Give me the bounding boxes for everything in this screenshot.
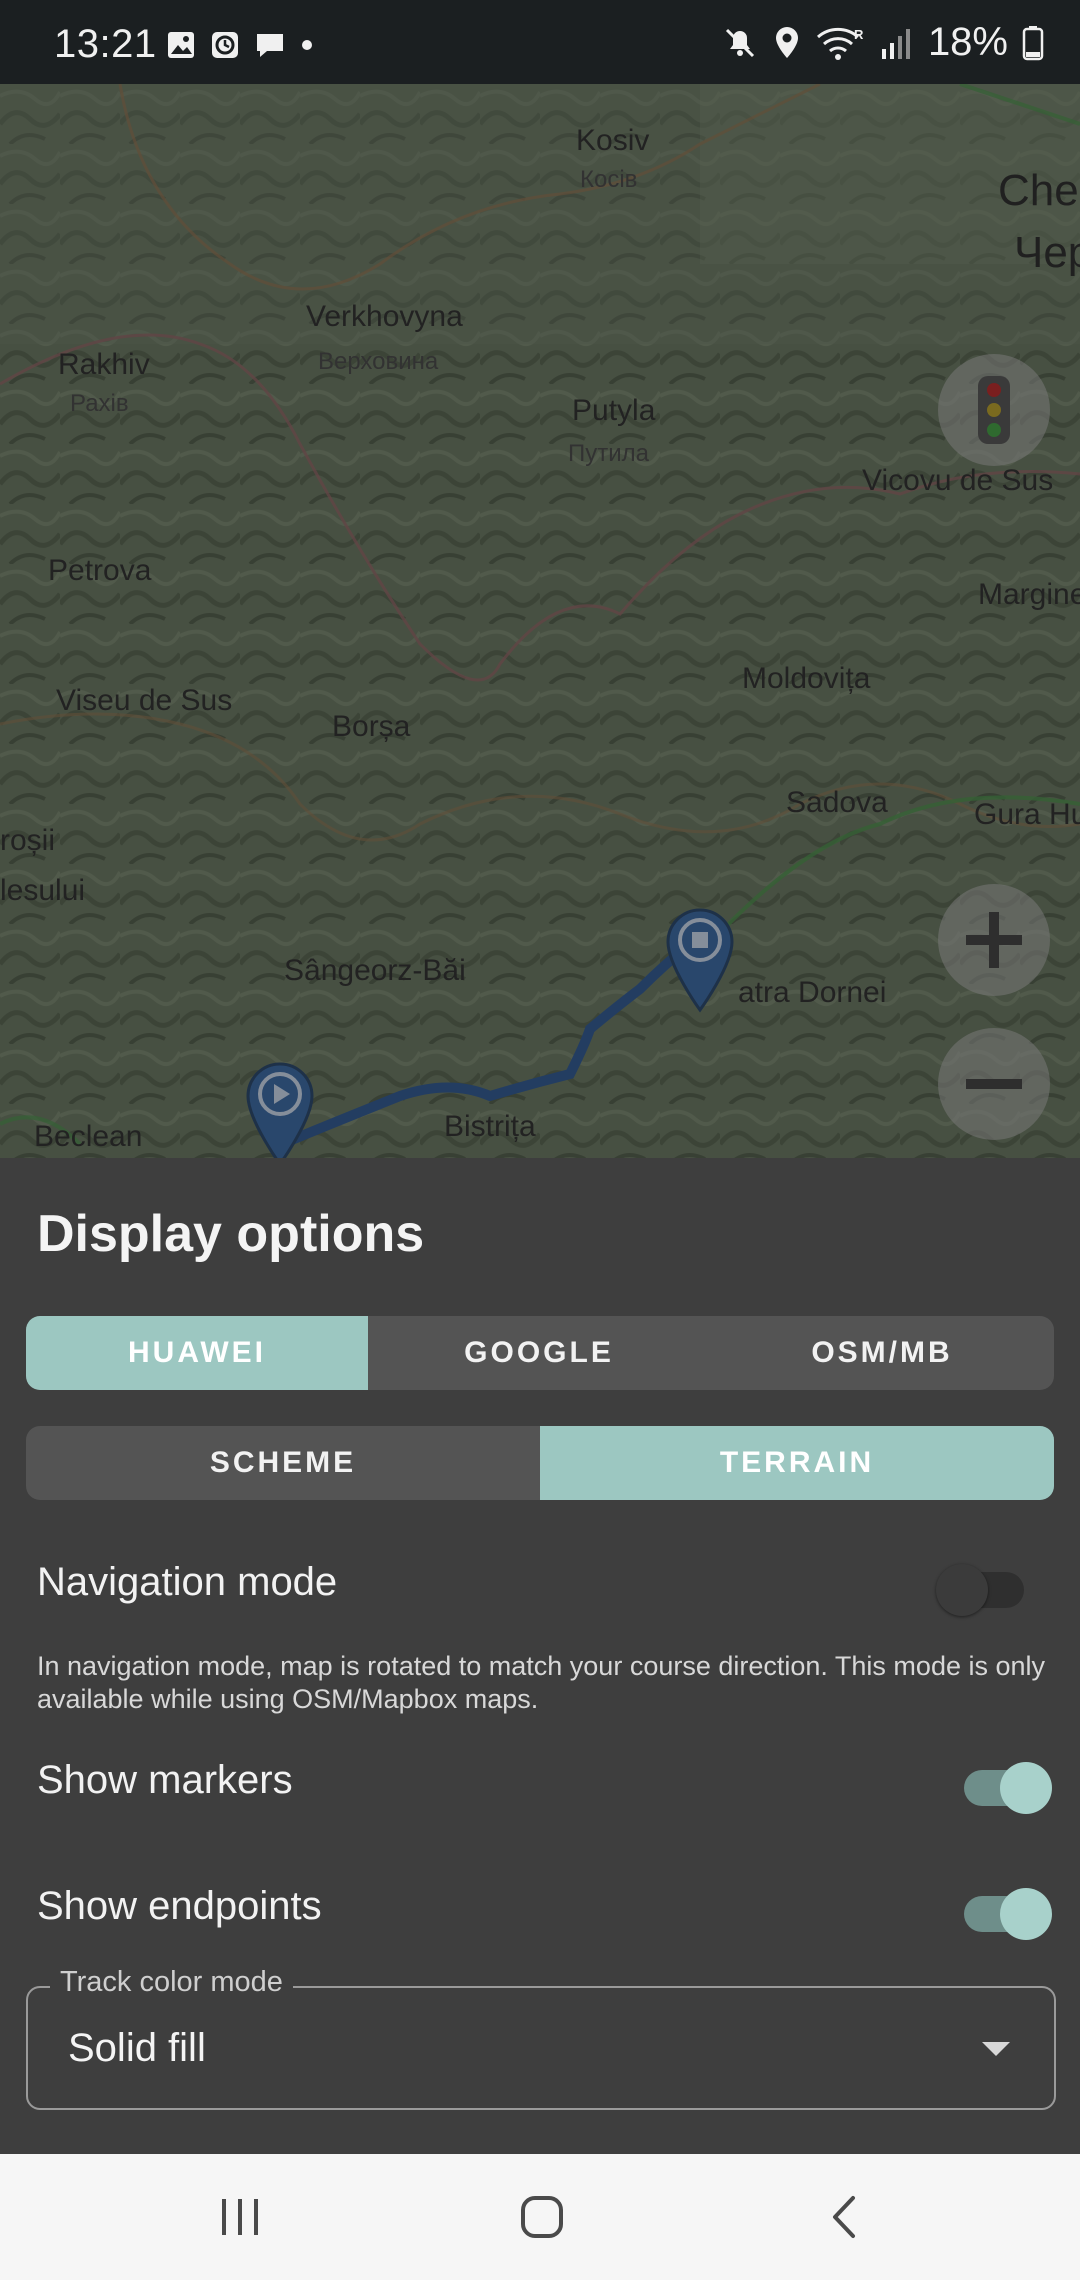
dot-icon xyxy=(302,40,312,50)
location-icon xyxy=(775,26,798,58)
map-label-viseu: Viseu de Sus xyxy=(56,684,233,717)
map-label-gura-hu: Gura Hu xyxy=(974,798,1080,831)
tab-huawei[interactable]: HUAWEI xyxy=(26,1316,368,1390)
map-label-rosii: roșii xyxy=(0,824,56,857)
tab-osm-mb[interactable]: OSM/MB xyxy=(710,1316,1054,1390)
map-label-che-cyr: Чер xyxy=(1014,228,1080,277)
map-label-putyla: Putyla xyxy=(572,394,656,427)
show-endpoints-toggle[interactable] xyxy=(960,1886,1052,1940)
track-color-mode-dropdown[interactable]: Track color mode Solid fill xyxy=(26,1966,1056,2110)
map-label-margine: Margine xyxy=(978,578,1080,611)
map-label-sadova: Sadova xyxy=(786,786,888,819)
plus-icon xyxy=(966,912,1022,968)
home-icon xyxy=(521,2196,563,2238)
track-color-mode-value: Solid fill xyxy=(68,2026,206,2070)
toggle-thumb xyxy=(936,1564,988,1616)
battery-percentage: 18% xyxy=(927,20,1008,64)
system-status-icons: R 18% xyxy=(722,20,1044,65)
map-label-vatra-dornei: atra Dornei xyxy=(738,976,887,1009)
map-label-petrova: Petrova xyxy=(48,554,152,587)
navigation-mode-label: Navigation mode xyxy=(37,1560,338,1604)
status-bar: 13:21 R 18% xyxy=(0,0,1080,84)
tab-terrain[interactable]: TERRAIN xyxy=(540,1426,1054,1500)
map-label-verkhovyna: Verkhovyna xyxy=(306,300,463,333)
display-options-sheet: Display options HUAWEI GOOGLE OSM/MB SCH… xyxy=(0,1158,1080,2154)
wifi-icon: R xyxy=(816,27,864,60)
end-marker[interactable] xyxy=(664,906,736,1016)
notification-icons xyxy=(166,30,314,60)
map-label-verkhovyna-cyr: Верховина xyxy=(318,348,439,375)
battery-icon xyxy=(1022,25,1044,60)
terrain-map xyxy=(0,84,1080,1158)
map-label-kosiv: Kosiv xyxy=(576,124,650,157)
show-markers-label: Show markers xyxy=(37,1758,293,1802)
tab-scheme[interactable]: SCHEME xyxy=(26,1426,540,1500)
svg-text:R: R xyxy=(854,27,864,42)
map-label-rakhiv-cyr: Рахів xyxy=(70,390,129,417)
clock-icon xyxy=(212,32,238,58)
minus-icon xyxy=(966,1079,1022,1089)
start-marker[interactable] xyxy=(244,1060,316,1158)
back-icon xyxy=(833,2196,855,2238)
home-button[interactable] xyxy=(502,2184,582,2250)
navigation-mode-toggle[interactable] xyxy=(936,1562,1028,1616)
stop-icon xyxy=(692,932,708,948)
zoom-out-button[interactable] xyxy=(938,1028,1050,1140)
map-label-vicovu: Vicovu de Sus xyxy=(862,464,1054,497)
map-provider-selector: HUAWEI GOOGLE OSM/MB xyxy=(26,1316,1054,1390)
system-nav-bar xyxy=(0,2154,1080,2280)
toggle-thumb xyxy=(1000,1762,1052,1814)
map-label-putyla-cyr: Путила xyxy=(568,440,649,467)
map-label-beclean: Beclean xyxy=(34,1120,143,1153)
traffic-button[interactable] xyxy=(938,354,1050,466)
map-label-kosiv-cyr: Косів xyxy=(580,166,638,193)
toggle-thumb xyxy=(1000,1888,1052,1940)
map-label-sangeorz: Sângeorz-Băi xyxy=(284,954,466,987)
map-label-lesului: lesului xyxy=(0,874,86,907)
map-label-bistrita: Bistrița xyxy=(444,1110,536,1143)
map-label-borsa: Borșa xyxy=(332,710,411,743)
map-type-selector: SCHEME TERRAIN xyxy=(26,1426,1054,1500)
map-view[interactable]: Kosiv Косів Che Чер Verkhovyna Верховина… xyxy=(0,84,1080,1158)
show-markers-toggle[interactable] xyxy=(960,1760,1052,1814)
tab-google[interactable]: GOOGLE xyxy=(368,1316,710,1390)
navigation-mode-description: In navigation mode, map is rotated to ma… xyxy=(37,1651,1046,1714)
traffic-light-icon xyxy=(978,376,1010,444)
signal-icon xyxy=(881,28,910,59)
sheet-title: Display options xyxy=(37,1205,425,1263)
recents-button[interactable] xyxy=(200,2184,280,2250)
track-color-mode-legend: Track color mode xyxy=(50,1966,293,1999)
back-button[interactable] xyxy=(804,2184,884,2250)
map-label-rakhiv: Rakhiv xyxy=(58,348,150,381)
recents-icon xyxy=(222,2199,258,2235)
map-label-che: Che xyxy=(998,166,1079,215)
chat-icon xyxy=(257,34,283,57)
dropdown-arrow-icon xyxy=(982,2042,1010,2056)
mute-icon xyxy=(725,28,754,57)
map-label-moldovita: Moldovița xyxy=(742,662,871,695)
show-endpoints-label: Show endpoints xyxy=(37,1884,322,1928)
zoom-in-button[interactable] xyxy=(938,884,1050,996)
gallery-icon xyxy=(168,32,194,58)
status-time: 13:21 xyxy=(54,22,157,66)
